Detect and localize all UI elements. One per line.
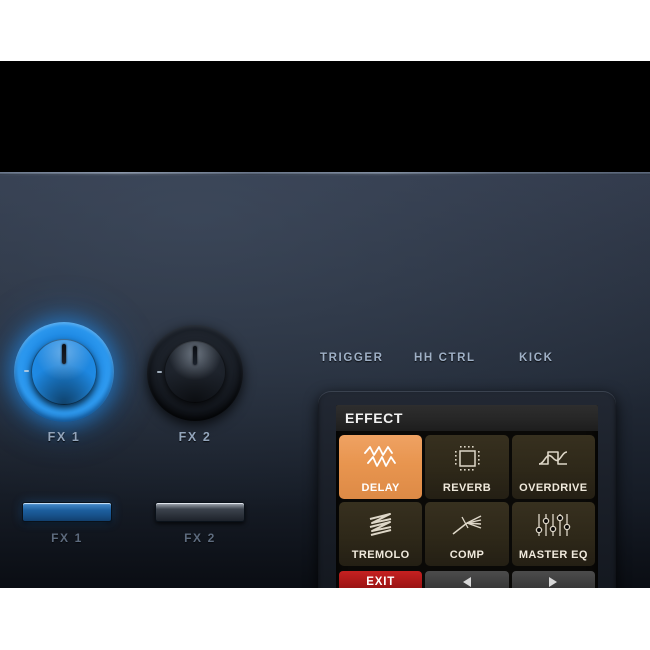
fx1-knob-cap[interactable] <box>31 339 97 405</box>
lcd-screen[interactable]: EFFECT DELAY REVERB OVERDRIVE TREMOLO CO… <box>336 405 598 588</box>
prev-button[interactable] <box>425 571 509 588</box>
effect-grid: DELAY REVERB OVERDRIVE TREMOLO COMP MAST… <box>339 435 595 566</box>
display-bezel: EFFECT DELAY REVERB OVERDRIVE TREMOLO CO… <box>318 391 616 588</box>
drum-module-device: TRIGGER HH CTRL KICK FX 1 FX 2 FX 1 FX 2… <box>0 172 650 588</box>
effect-tile-reverb[interactable]: REVERB <box>425 435 509 499</box>
exit-button[interactable]: EXIT <box>339 571 423 588</box>
section-label-kick: KICK <box>519 352 554 364</box>
fx2-knob[interactable]: FX 2 <box>147 325 243 452</box>
exit-button-label: EXIT <box>366 576 396 588</box>
effect-header-title: EFFECT <box>345 410 404 426</box>
effect-tile-reverb-label: REVERB <box>442 482 492 494</box>
fx1-knob-indicator <box>62 344 66 364</box>
effect-tile-tremolo-label: TREMOLO <box>351 549 410 561</box>
fx2-knob-label: FX 2 <box>178 430 212 444</box>
fx1-knob-label: FX 1 <box>47 430 81 444</box>
effect-tile-delay-label: DELAY <box>361 482 400 494</box>
tremolo-lines-icon <box>339 508 422 542</box>
comp-fan-icon <box>425 508 508 542</box>
fx2-knob-tick <box>157 371 162 373</box>
letterbox-area: TRIGGER HH CTRL KICK FX 1 FX 2 FX 1 FX 2… <box>0 61 650 588</box>
effect-tile-master-eq-label: MASTER EQ <box>518 549 588 561</box>
effect-tile-overdrive-label: OVERDRIVE <box>519 482 588 494</box>
section-label-trigger: TRIGGER <box>320 352 384 364</box>
effect-tile-comp[interactable]: COMP <box>425 502 509 566</box>
zigzag-wave-icon <box>339 441 422 475</box>
room-square-icon <box>425 441 508 475</box>
arrow-left-icon <box>462 577 471 587</box>
fx2-knob-indicator <box>193 346 197 365</box>
clipped-wave-icon <box>512 441 595 475</box>
effect-tile-delay[interactable]: DELAY <box>339 435 423 499</box>
sliders-icon <box>512 508 595 542</box>
effect-tile-master-eq[interactable]: MASTER EQ <box>511 502 595 566</box>
screenshot-root: TRIGGER HH CTRL KICK FX 1 FX 2 FX 1 FX 2… <box>0 0 650 650</box>
arrow-right-icon <box>549 577 558 587</box>
effect-tile-overdrive[interactable]: OVERDRIVE <box>511 435 595 499</box>
next-button[interactable] <box>511 571 595 588</box>
fx2-pad-button[interactable] <box>155 502 245 522</box>
fx2-pad-label: FX 2 <box>184 531 216 545</box>
fx1-knob[interactable]: FX 1 <box>14 322 114 452</box>
fx1-pad-button[interactable] <box>22 502 112 522</box>
effect-tile-tremolo[interactable]: TREMOLO <box>339 502 423 566</box>
section-label-hh-ctrl: HH CTRL <box>414 352 476 364</box>
fx1-pad-label: FX 1 <box>51 531 83 545</box>
effect-header-bar: EFFECT <box>336 405 598 431</box>
fx2-knob-cap[interactable] <box>164 341 226 403</box>
fx1-knob-tick <box>24 370 29 372</box>
effect-tile-comp-label: COMP <box>449 549 485 561</box>
lcd-button-row: EXIT <box>339 571 595 588</box>
